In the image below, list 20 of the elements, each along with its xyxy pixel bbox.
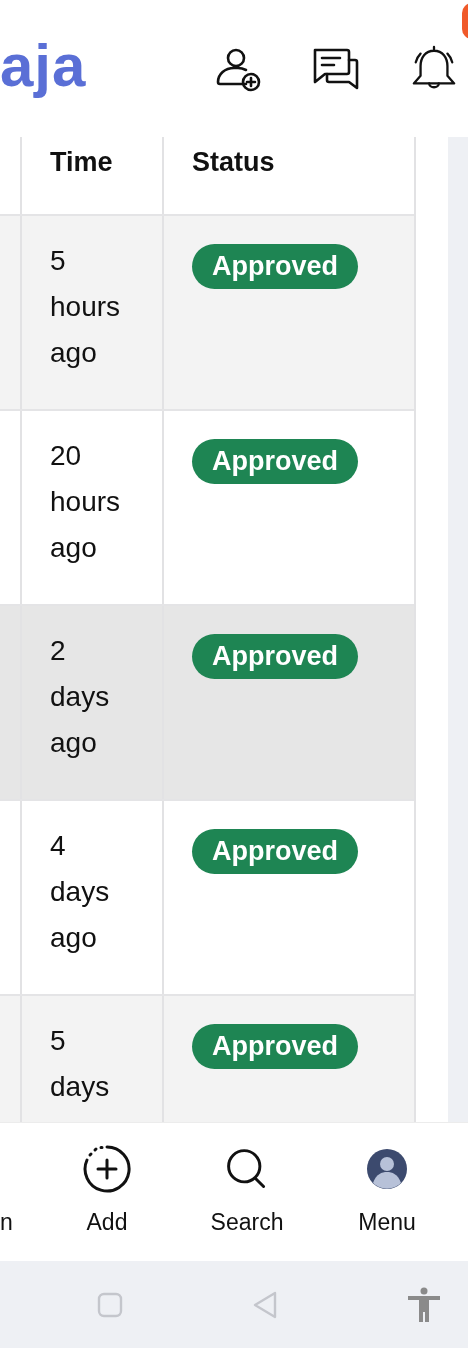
status-badge: Approved xyxy=(192,244,358,289)
nav-label[interactable]: Add xyxy=(86,1209,128,1236)
status-badge: Approved xyxy=(192,634,358,679)
nav-label[interactable]: n xyxy=(0,1209,13,1236)
add-icon[interactable] xyxy=(82,1144,132,1194)
logo[interactable]: aja xyxy=(0,31,87,100)
nav-label[interactable]: Menu xyxy=(358,1209,416,1236)
time-text: 5 days xyxy=(50,1024,111,1104)
accessibility-icon[interactable] xyxy=(407,1286,441,1323)
time-text: 4 days ago xyxy=(50,829,111,955)
nav-label[interactable]: Search xyxy=(210,1209,284,1236)
column-header: Status xyxy=(192,147,275,178)
column-header: Time xyxy=(50,147,113,178)
status-badge: Approved xyxy=(192,1024,358,1069)
time-text: 2 days ago xyxy=(50,634,111,760)
time-text: 5 hours ago xyxy=(50,244,122,370)
avatar-icon[interactable] xyxy=(367,1149,407,1189)
status-badge: Approved xyxy=(192,439,358,484)
time-text: 20 hours ago xyxy=(50,439,122,565)
status-badge: Approved xyxy=(192,829,358,874)
